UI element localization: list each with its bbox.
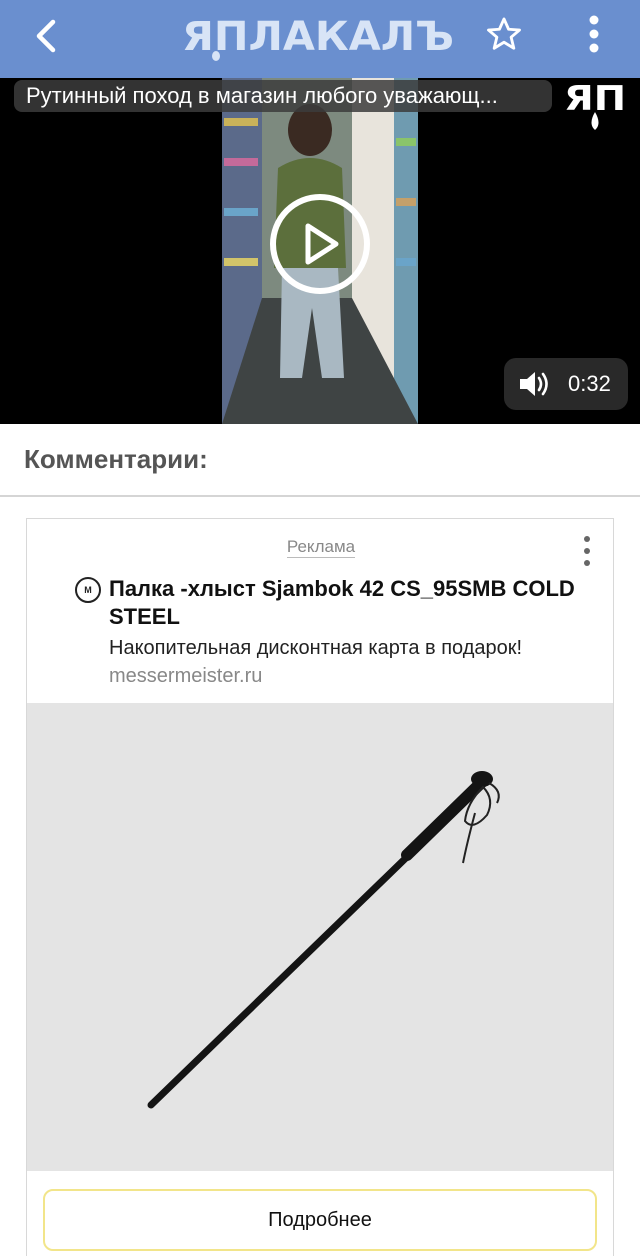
video-duration: 0:32 (568, 371, 611, 396)
ad-label: Реклама (286, 537, 356, 558)
more-vertical-icon (589, 15, 599, 53)
comments-heading: Комментарии: (24, 444, 208, 474)
back-button[interactable] (22, 12, 70, 60)
app-bar: ЯПЛАКАЛЪ (0, 0, 640, 78)
watermark-logo: ЯП (562, 78, 628, 136)
ad-card[interactable]: Реклама M Палка -хлыст Sjambok 42 CS_95S… (26, 518, 614, 1256)
site-logo[interactable]: ЯПЛАКАЛЪ (182, 10, 458, 62)
more-vertical-icon (584, 536, 590, 566)
ad-options-button[interactable] (573, 531, 601, 571)
ad-product-image[interactable] (27, 703, 613, 1171)
ad-domain[interactable]: messermeister.ru (109, 665, 262, 688)
volume-control[interactable]: 0:32 (504, 358, 628, 410)
volume-icon (520, 372, 548, 396)
svg-text:ЯПЛАКАЛЪ: ЯПЛАКАЛЪ (182, 14, 454, 60)
divider (0, 495, 640, 497)
ad-description: Накопительная дисконтная карта в подарок… (109, 637, 523, 659)
advertiser-favicon: M (75, 577, 101, 603)
video-player[interactable]: Рутинный поход в магазин любого уважающ.… (0, 78, 640, 424)
play-icon (305, 223, 339, 265)
favorite-button[interactable] (480, 10, 528, 58)
play-button[interactable] (270, 194, 370, 294)
star-outline-icon (487, 17, 521, 50)
details-button[interactable]: Подробнее (43, 1189, 597, 1251)
chevron-left-icon (36, 19, 56, 53)
ad-headline[interactable]: Палка -хлыст Sjambok 42 CS_95SMB COLD ST… (109, 575, 579, 631)
menu-button[interactable] (570, 10, 618, 58)
video-title[interactable]: Рутинный поход в магазин любого уважающ.… (14, 80, 552, 112)
